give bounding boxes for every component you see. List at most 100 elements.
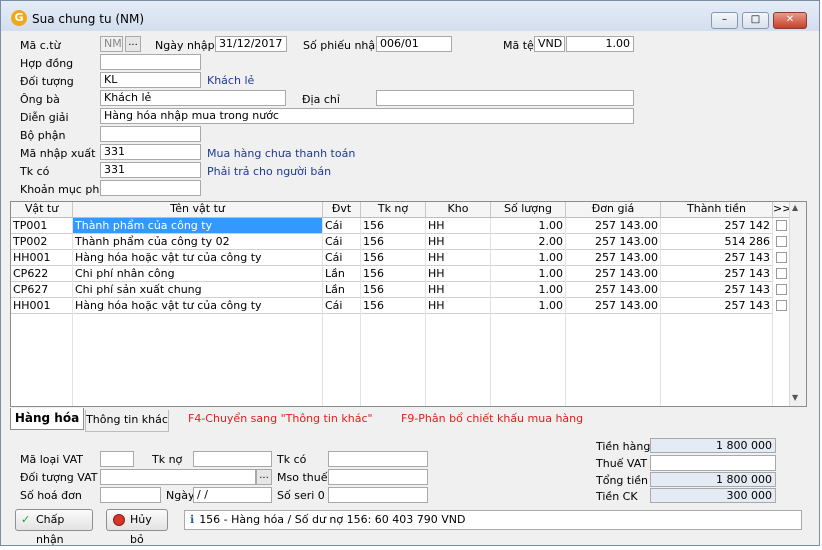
cell-thanh-tien[interactable]: 257 143 <box>661 266 773 282</box>
cell-ten-vat-tu[interactable]: Chi phí sản xuất chung <box>73 282 323 298</box>
cell-so-luong[interactable]: 1.00 <box>491 266 566 282</box>
cell-tk-no[interactable]: 156 <box>361 266 426 282</box>
cell-don-gia[interactable]: 257 143.00 <box>566 250 661 266</box>
close-button[interactable]: ✕ <box>773 12 807 29</box>
cell-don-gia[interactable]: 257 143.00 <box>566 298 661 314</box>
doi-tuong-vat-lookup-button[interactable]: ... <box>256 469 272 485</box>
so-phieu-nhap-field[interactable]: 006/01 <box>376 36 452 52</box>
table-row[interactable]: CP622 Chi phí nhân công Lần 156 HH 1.00 257 14… <box>11 266 790 282</box>
scroll-down-icon[interactable]: ▼ <box>792 393 798 402</box>
row-checkbox[interactable] <box>776 268 787 279</box>
vat-tk-co-field[interactable] <box>328 451 428 467</box>
cell-so-luong[interactable]: 2.00 <box>491 234 566 250</box>
cell-thanh-tien[interactable]: 257 143 <box>661 250 773 266</box>
cell-dvt[interactable]: Lần <box>323 282 361 298</box>
cell-vat-tu[interactable]: HH001 <box>11 250 73 266</box>
cell-so-luong[interactable]: 1.00 <box>491 250 566 266</box>
col-ten-vat-tu[interactable]: Tên vật tư <box>73 202 323 217</box>
cell-kho[interactable]: HH <box>426 282 491 298</box>
cell-don-gia[interactable]: 257 143.00 <box>566 282 661 298</box>
row-checkbox[interactable] <box>776 220 787 231</box>
hop-dong-field[interactable] <box>100 54 201 70</box>
ngay-nhap-field[interactable]: 31/12/2017 <box>215 36 287 52</box>
table-row[interactable]: TP002 Thành phẩm của công ty 02 Cái 156 HH 2.… <box>11 234 790 250</box>
row-checkbox[interactable] <box>776 300 787 311</box>
ma-ct-field[interactable]: NM <box>100 36 123 52</box>
cell-kho[interactable]: HH <box>426 266 491 282</box>
doi-tuong-vat-field[interactable] <box>100 469 256 485</box>
cell-vat-tu[interactable]: CP627 <box>11 282 73 298</box>
cell-ten-vat-tu[interactable]: Hàng hóa hoặc vật tư của công ty <box>73 250 323 266</box>
tk-co-field[interactable]: 331 <box>100 162 201 178</box>
cell-so-luong[interactable]: 1.00 <box>491 282 566 298</box>
ma-ct-lookup-button[interactable]: ... <box>125 36 141 52</box>
cell-vat-tu[interactable]: HH001 <box>11 298 73 314</box>
cell-ten-vat-tu[interactable]: Chi phí nhân công <box>73 266 323 282</box>
ma-loai-vat-field[interactable] <box>100 451 134 467</box>
cell-vat-tu[interactable]: TP001 <box>11 218 73 234</box>
cell-don-gia[interactable]: 257 143.00 <box>566 266 661 282</box>
cell-tk-no[interactable]: 156 <box>361 218 426 234</box>
row-checkbox[interactable] <box>776 284 787 295</box>
cell-don-gia[interactable]: 257 143.00 <box>566 234 661 250</box>
ngay-field[interactable]: / / <box>193 487 272 503</box>
cell-tk-no[interactable]: 156 <box>361 250 426 266</box>
col-so-luong[interactable]: Số lượng <box>491 202 566 217</box>
col-dvt[interactable]: Đvt <box>323 202 361 217</box>
currency-field[interactable]: VND <box>534 36 565 52</box>
row-checkbox[interactable] <box>776 236 787 247</box>
cell-vat-tu[interactable]: TP002 <box>11 234 73 250</box>
cell-thanh-tien[interactable]: 257 142 <box>661 218 773 234</box>
col-thanh-tien[interactable]: Thành tiền <box>661 202 773 217</box>
col-don-gia[interactable]: Đơn giá <box>566 202 661 217</box>
cell-tk-no[interactable]: 156 <box>361 298 426 314</box>
cell-so-luong[interactable]: 1.00 <box>491 218 566 234</box>
col-vat-tu[interactable]: Vật tư <box>11 202 73 217</box>
table-row[interactable]: TP001 Thành phẩm của công ty Cái 156 HH 1.00 2… <box>11 218 790 234</box>
cell-ten-vat-tu[interactable]: Thành phẩm của công ty <box>73 218 323 234</box>
cell-kho[interactable]: HH <box>426 250 491 266</box>
items-grid[interactable]: Vật tư Tên vật tư Đvt Tk nợ Kho Số lượng… <box>10 201 807 407</box>
cell-ten-vat-tu[interactable]: Thành phẩm của công ty 02 <box>73 234 323 250</box>
minimize-button[interactable]: – <box>711 12 738 29</box>
grid-scrollbar[interactable]: ▲ ▼ <box>789 202 806 406</box>
cell-kho[interactable]: HH <box>426 218 491 234</box>
khoan-muc-phi-field[interactable] <box>100 180 201 196</box>
table-row[interactable]: HH001 Hàng hóa hoặc vật tư của công ty Cái… <box>11 250 790 266</box>
row-checkbox[interactable] <box>776 252 787 263</box>
cell-so-luong[interactable]: 1.00 <box>491 298 566 314</box>
cell-dvt[interactable]: Lần <box>323 266 361 282</box>
doi-tuong-field[interactable]: KL <box>100 72 201 88</box>
col-more[interactable]: >> <box>773 202 791 217</box>
cell-kho[interactable]: HH <box>426 234 491 250</box>
cell-dvt[interactable]: Cái <box>323 250 361 266</box>
so-seri-field[interactable] <box>328 487 428 503</box>
table-row[interactable]: CP627 Chi phí sản xuất chung Lần 156 HH 1.00 2… <box>11 282 790 298</box>
col-tk-no[interactable]: Tk nợ <box>361 202 426 217</box>
cell-thanh-tien[interactable]: 257 143 <box>661 298 773 314</box>
dien-giai-field[interactable]: Hàng hóa nhập mua trong nước <box>100 108 634 124</box>
cell-thanh-tien[interactable]: 514 286 <box>661 234 773 250</box>
col-kho[interactable]: Kho <box>426 202 491 217</box>
dia-chi-field[interactable] <box>376 90 634 106</box>
exchange-rate-field[interactable]: 1.00 <box>566 36 634 52</box>
cell-don-gia[interactable]: 257 143.00 <box>566 218 661 234</box>
maximize-button[interactable]: □ <box>742 12 769 29</box>
bo-phan-field[interactable] <box>100 126 201 142</box>
mso-thue-field[interactable] <box>328 469 428 485</box>
cell-dvt[interactable]: Cái <box>323 234 361 250</box>
thue-vat-field[interactable] <box>650 455 776 471</box>
cell-ten-vat-tu[interactable]: Hàng hóa hoặc vật tư của công ty <box>73 298 323 314</box>
ma-nhap-xuat-field[interactable]: 331 <box>100 144 201 160</box>
cell-kho[interactable]: HH <box>426 298 491 314</box>
so-hoa-don-field[interactable] <box>100 487 161 503</box>
table-row[interactable]: HH001 Hàng hóa hoặc vật tư của công ty Cái… <box>11 298 790 314</box>
cell-thanh-tien[interactable]: 257 143 <box>661 282 773 298</box>
ong-ba-field[interactable]: Khách lẻ <box>100 90 286 106</box>
cell-tk-no[interactable]: 156 <box>361 282 426 298</box>
vat-tk-no-field[interactable] <box>193 451 272 467</box>
cell-vat-tu[interactable]: CP622 <box>11 266 73 282</box>
tab-thong-tin-khac[interactable]: Thông tin khác <box>85 410 169 432</box>
cell-tk-no[interactable]: 156 <box>361 234 426 250</box>
scroll-up-icon[interactable]: ▲ <box>792 203 798 212</box>
